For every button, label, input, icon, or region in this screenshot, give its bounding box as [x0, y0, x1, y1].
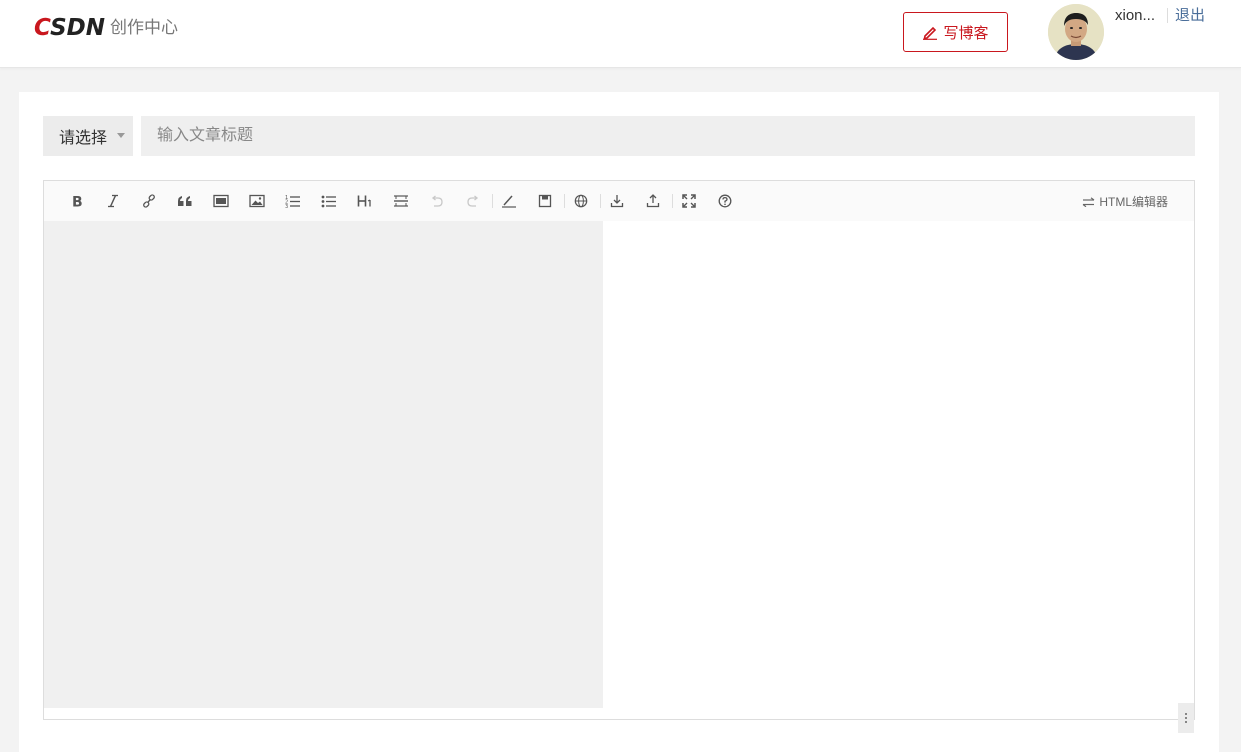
header-divider — [1167, 8, 1168, 23]
code-icon[interactable] — [210, 190, 232, 212]
upload-icon[interactable] — [642, 190, 664, 212]
csdn-logo[interactable]: CSDN 创作中心 — [34, 15, 178, 41]
write-blog-label: 写博客 — [943, 24, 989, 42]
toolbar-divider — [564, 194, 565, 208]
link-icon[interactable] — [138, 190, 160, 212]
editor-card: 请选择 B 123 — [19, 92, 1219, 752]
ordered-list-icon[interactable]: 123 — [282, 190, 304, 212]
toolbar-divider — [492, 194, 493, 208]
category-select-value: 请选择 — [59, 130, 108, 147]
write-blog-button[interactable]: 写博客 — [903, 12, 1008, 52]
more-options-handle[interactable] — [1178, 703, 1194, 733]
save-icon[interactable] — [534, 190, 556, 212]
swap-icon — [1082, 196, 1095, 207]
heading-icon[interactable] — [354, 190, 376, 212]
globe-icon[interactable] — [570, 190, 592, 212]
clear-format-icon[interactable] — [498, 190, 520, 212]
article-title-input[interactable] — [141, 116, 1195, 156]
editor-toolbar: B 123 HTML编辑器 — [44, 181, 1194, 221]
caret-down-icon — [117, 133, 125, 138]
bold-icon[interactable]: B — [66, 190, 88, 212]
italic-icon[interactable] — [102, 190, 124, 212]
html-editor-label: HTML编辑器 — [1099, 195, 1168, 209]
horizontal-rule-icon[interactable] — [390, 190, 412, 212]
toolbar-divider — [672, 194, 673, 208]
logo-mark: CSDN — [34, 15, 105, 41]
avatar-image — [1048, 4, 1104, 60]
download-icon[interactable] — [606, 190, 628, 212]
vertical-dots-icon — [1185, 713, 1187, 723]
markdown-input-pane[interactable] — [44, 221, 603, 708]
logo-subtitle: 创作中心 — [109, 18, 178, 37]
username[interactable]: xion... — [1115, 7, 1155, 25]
svg-text:3: 3 — [285, 204, 288, 208]
svg-text:B: B — [72, 195, 83, 209]
markdown-editor: B 123 HTML编辑器 — [43, 180, 1195, 733]
category-select[interactable]: 请选择 — [43, 116, 133, 156]
avatar[interactable] — [1048, 4, 1104, 60]
preview-pane — [603, 221, 1194, 733]
unordered-list-icon[interactable] — [318, 190, 340, 212]
undo-icon[interactable] — [426, 190, 448, 212]
fullscreen-icon[interactable] — [678, 190, 700, 212]
help-icon[interactable] — [714, 190, 736, 212]
quote-icon[interactable] — [174, 190, 196, 212]
html-editor-toggle[interactable]: HTML编辑器 — [1082, 193, 1168, 210]
redo-icon[interactable] — [462, 190, 484, 212]
top-header: CSDN 创作中心 写博客 xion... 退出 — [0, 0, 1241, 68]
pencil-icon — [923, 26, 938, 40]
logout-link[interactable]: 退出 — [1175, 7, 1205, 25]
image-icon[interactable] — [246, 190, 268, 212]
toolbar-divider — [600, 194, 601, 208]
